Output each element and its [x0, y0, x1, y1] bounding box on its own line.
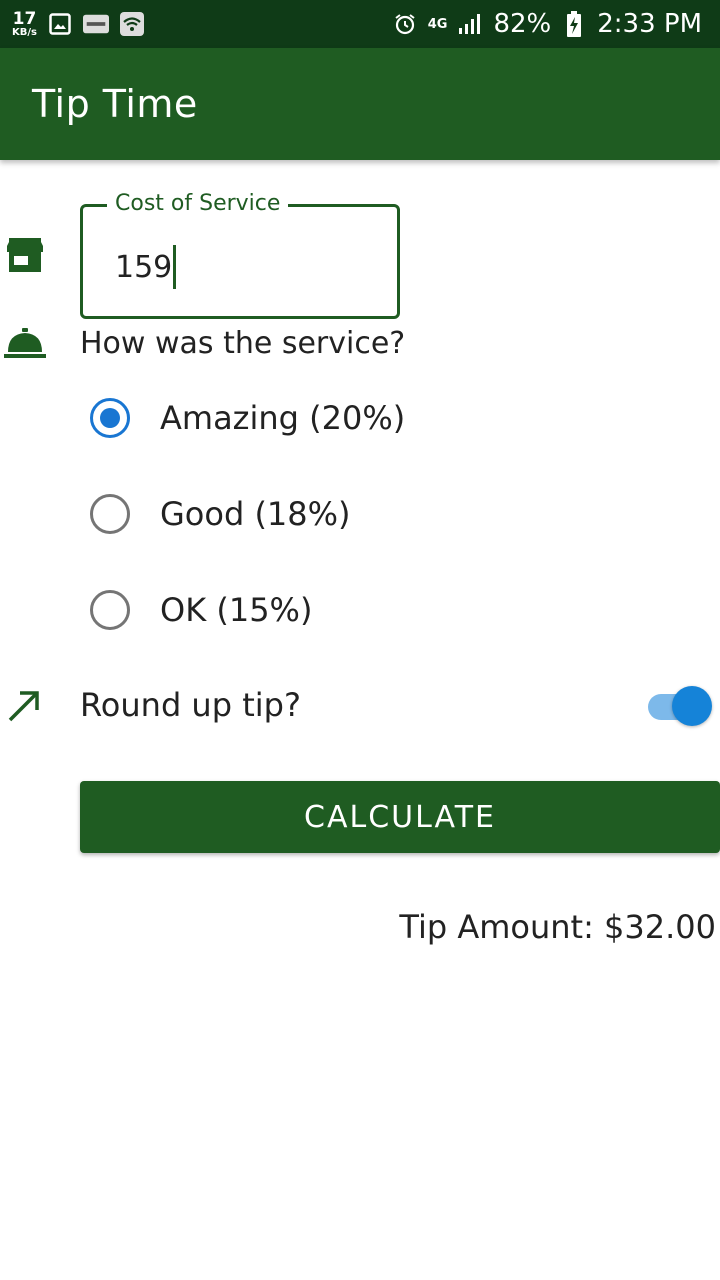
room-service-icon	[4, 328, 46, 360]
text-cursor	[173, 245, 177, 289]
status-bar: 17 KB/s 4G 82% 2:33 PM	[0, 0, 720, 48]
cost-of-service-input[interactable]: 159	[115, 245, 177, 289]
cost-of-service-field[interactable]: Cost of Service 159	[80, 191, 400, 319]
cost-of-service-label: Cost of Service	[107, 191, 289, 216]
switch-thumb[interactable]	[672, 686, 712, 726]
image-icon	[47, 11, 73, 37]
battery-charging-icon	[561, 11, 587, 37]
radio-button-checked[interactable]	[90, 398, 130, 438]
tip-time-screen: 17 KB/s 4G 82% 2:33 PM Tip Time Cost of …	[0, 0, 720, 1280]
paytm-icon	[82, 11, 109, 37]
battery-percent: 82%	[493, 9, 552, 39]
calculate-button[interactable]: CALCULATE	[80, 781, 720, 853]
net-speed-value: 17	[12, 8, 37, 29]
net-speed-unit: KB/s	[12, 26, 37, 38]
tip-option-label: Good (18%)	[160, 495, 351, 533]
round-up-switch[interactable]	[648, 686, 714, 726]
network-type: 4G	[427, 16, 448, 32]
app-bar: Tip Time	[0, 48, 720, 160]
tip-option-good[interactable]: Good (18%)	[90, 490, 351, 538]
signal-icon	[457, 11, 483, 37]
tip-option-label: OK (15%)	[160, 591, 313, 629]
app-title: Tip Time	[32, 82, 198, 126]
tip-option-amazing[interactable]: Amazing (20%)	[90, 394, 405, 442]
tip-option-label: Amazing (20%)	[160, 399, 406, 437]
round-up-label: Round up tip?	[80, 686, 301, 724]
radio-button[interactable]	[90, 494, 130, 534]
tip-amount-result: Tip Amount: $32.00	[399, 908, 716, 946]
alarm-icon	[392, 11, 418, 37]
status-left: 17 KB/s	[12, 8, 145, 40]
wifi-icon	[119, 11, 145, 37]
store-icon	[6, 238, 44, 274]
clock: 2:33 PM	[597, 9, 702, 39]
net-speed: 17 KB/s	[12, 8, 37, 38]
radio-button[interactable]	[90, 590, 130, 630]
service-question: How was the service?	[80, 326, 406, 361]
trending-up-icon	[6, 688, 42, 724]
status-right: 4G 82% 2:33 PM	[392, 8, 702, 40]
tip-option-ok[interactable]: OK (15%)	[90, 586, 312, 634]
cost-of-service-value: 159	[115, 249, 173, 285]
